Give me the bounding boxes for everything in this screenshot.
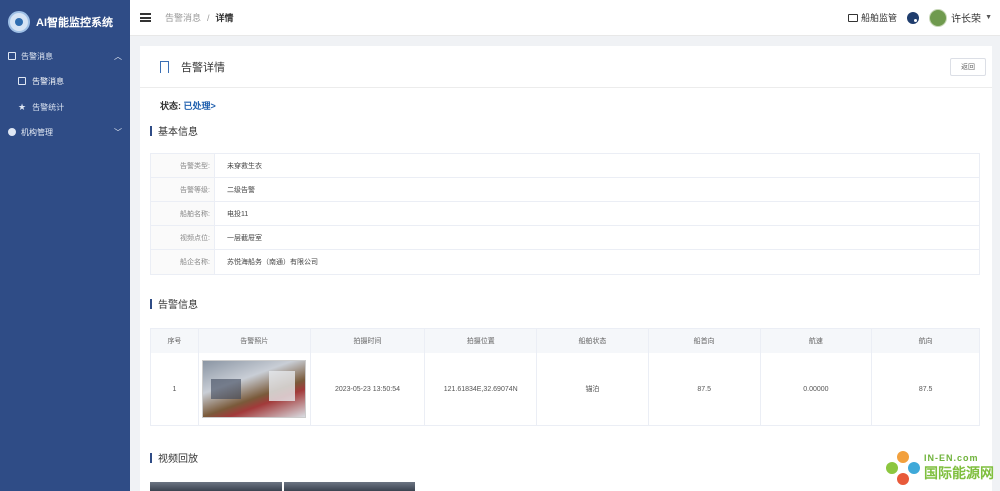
breadcrumb-current: 详情	[215, 13, 234, 23]
status-row: 状态: 已处理>	[160, 99, 216, 112]
section-bar	[150, 298, 152, 309]
table-header-row: 序号 告警照片 拍摄时间 拍摄位置 船舶状态 船首向 航速 航向	[151, 329, 979, 353]
sidebar-item-alarm-stats[interactable]: ★ 告警统计	[0, 94, 130, 120]
column-header: 序号	[151, 329, 199, 353]
menu-group-alarm-messages[interactable]: 告警消息 ︿	[0, 44, 130, 68]
column-header: 拍摄位置	[425, 329, 538, 353]
menu-group-org-management[interactable]: 机构管理 ﹀	[0, 120, 130, 144]
cell-course: 87.5	[918, 385, 933, 393]
section-basic-info: 基本信息	[150, 123, 198, 138]
menu-group-label: 机构管理	[21, 127, 53, 137]
section-alarm-info: 告警信息	[150, 296, 198, 311]
message-icon	[8, 52, 16, 60]
message-icon	[18, 77, 26, 85]
watermark-en: IN-EN.com	[924, 453, 979, 463]
info-value: 未穿救生衣	[227, 162, 262, 170]
cell-time: 2023-05-23 13:50:54	[311, 353, 426, 425]
info-label: 视频点位:	[151, 226, 215, 249]
info-row: 告警等级: 二级告警	[151, 178, 979, 202]
status-label: 状态:	[160, 101, 181, 111]
cell-speed: 0.00000	[761, 353, 873, 425]
topbar-right: 船舶监管 许长荣 ▼	[848, 8, 1000, 27]
caret-down-icon: ▼	[985, 14, 992, 21]
column-header: 告警照片	[199, 329, 311, 353]
section-bar	[150, 125, 152, 136]
info-label: 船舶名称:	[151, 202, 215, 225]
video-strip	[150, 482, 415, 491]
info-value: 电投11	[227, 210, 249, 218]
alarm-photo[interactable]	[202, 360, 307, 418]
sidebar-item-label: 告警统计	[32, 102, 65, 112]
status-value[interactable]: 已处理>	[184, 101, 216, 111]
cell-photo	[199, 353, 311, 425]
cell-index: 1	[151, 353, 199, 425]
star-icon: ★	[18, 102, 27, 112]
watermark-text: IN-EN.com 国际能源网	[924, 453, 994, 483]
breadcrumb-separator: /	[207, 12, 210, 23]
flower-logo-icon	[886, 451, 920, 485]
sidebar: AI智能监控系统 告警消息 ︿ 告警消息 ★ 告警统计 机构管理 ﹀	[0, 0, 130, 491]
card-header: 告警详情 返回	[140, 46, 992, 88]
info-value: 苏悦海船务（南通）有限公司	[227, 259, 318, 266]
table-row: 1 2023-05-23 13:50:54 121.61834E,32.6907…	[151, 353, 979, 425]
section-title: 视频回放	[158, 454, 198, 465]
info-label: 告警类型:	[151, 154, 215, 177]
user-name: 许长荣	[951, 14, 982, 25]
bookmark-icon	[160, 60, 169, 73]
detail-card: 告警详情 返回 状态: 已处理> 基本信息 告警类型: 未穿救生衣 告警等级: …	[140, 46, 992, 491]
info-value: 二级告警	[227, 186, 255, 194]
cell-position: 121.61834E,32.69074N	[425, 353, 538, 425]
cell-ship-status: 锚泊	[537, 353, 649, 425]
section-bar	[150, 452, 152, 463]
avatar	[929, 8, 948, 27]
monitor-icon	[848, 13, 859, 22]
logo-icon	[8, 11, 30, 33]
chevron-down-icon: ﹀	[114, 127, 122, 137]
sidebar-item-label: 告警消息	[32, 76, 64, 86]
column-header: 拍摄时间	[311, 329, 426, 353]
video-thumbnail[interactable]	[150, 482, 282, 491]
info-row: 视频点位: 一层截屉室	[151, 226, 979, 250]
ship-monitor-label: 船舶监管	[861, 13, 898, 23]
section-title: 基本信息	[158, 127, 198, 138]
column-header: 航向	[918, 338, 933, 345]
ship-monitor-link[interactable]: 船舶监管	[848, 11, 897, 24]
topbar: 告警消息 / 详情 船舶监管 许长荣 ▼	[130, 0, 1000, 36]
info-label: 告警等级:	[151, 178, 215, 201]
hamburger-icon[interactable]	[140, 13, 151, 22]
sidebar-item-alarm-messages[interactable]: 告警消息	[0, 68, 130, 94]
breadcrumb-parent[interactable]: 告警消息	[165, 11, 201, 24]
info-row: 船企名称: 苏悦海船务（南通）有限公司	[151, 250, 979, 274]
cell-heading: 87.5	[649, 353, 761, 425]
info-row: 告警类型: 未穿救生衣	[151, 154, 979, 178]
info-value: 一层截屉室	[227, 234, 262, 242]
user-menu[interactable]: 许长荣 ▼	[929, 8, 992, 27]
column-header: 航速	[761, 329, 873, 353]
column-header: 船首向	[649, 329, 761, 353]
menu-group-label: 告警消息	[21, 51, 53, 61]
info-label: 船企名称:	[151, 250, 215, 274]
chevron-up-icon: ︿	[114, 51, 122, 61]
alarm-table: 序号 告警照片 拍摄时间 拍摄位置 船舶状态 船首向 航速 航向 1 2023-…	[150, 328, 980, 426]
info-row: 船舶名称: 电投11	[151, 202, 979, 226]
watermark: IN-EN.com 国际能源网	[886, 451, 994, 485]
page-title: 告警详情	[181, 61, 225, 74]
video-thumbnail[interactable]	[283, 482, 415, 491]
basic-info-table: 告警类型: 未穿救生衣 告警等级: 二级告警 船舶名称: 电投11 视频点位: …	[150, 153, 980, 275]
gear-icon	[8, 128, 16, 136]
section-title: 告警信息	[158, 300, 198, 311]
palette-icon[interactable]	[907, 11, 920, 24]
watermark-cn: 国际能源网	[924, 465, 994, 481]
back-button[interactable]: 返回	[950, 57, 986, 76]
brand: AI智能监控系统	[0, 0, 130, 44]
section-video: 视频回放	[150, 450, 198, 465]
column-header: 船舶状态	[537, 329, 649, 353]
app-title: AI智能监控系统	[36, 17, 113, 29]
